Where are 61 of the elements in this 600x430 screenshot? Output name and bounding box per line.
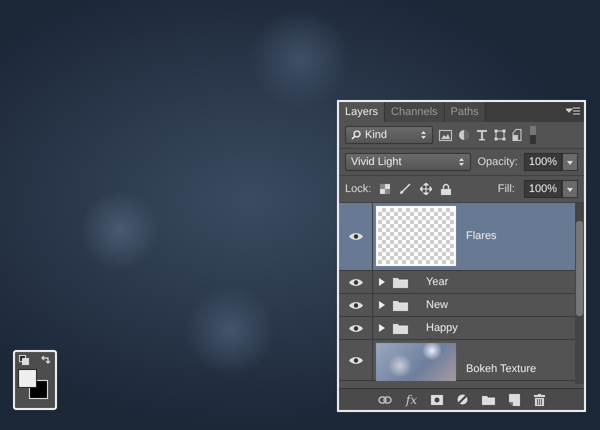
move-icon[interactable]: [420, 183, 432, 195]
opacity-dropdown-button[interactable]: [562, 153, 578, 171]
caret-icon: [566, 185, 574, 193]
link-icon[interactable]: [378, 396, 392, 404]
panel-tab[interactable]: Channels: [385, 102, 445, 122]
opacity-field[interactable]: 100%: [524, 153, 562, 171]
eye-icon[interactable]: [348, 278, 362, 286]
panel-tab[interactable]: Layers: [339, 102, 386, 122]
image-filter-icon[interactable]: [439, 130, 452, 140]
filter-toggle-icon[interactable]: [530, 126, 536, 144]
default-colors-icon[interactable]: [19, 355, 29, 365]
layer-name: Year: [426, 274, 448, 290]
search-icon: [351, 130, 361, 140]
expand-triangle-icon[interactable]: [379, 278, 385, 286]
layer-row[interactable]: New: [339, 294, 575, 317]
brush-icon[interactable]: [399, 183, 412, 195]
layer-name: Happy: [426, 320, 458, 336]
fill-label: Fill:: [498, 182, 515, 197]
eye-icon[interactable]: [348, 324, 362, 332]
eye-icon[interactable]: [348, 232, 362, 241]
blend-mode-dropdown[interactable]: Vivid Light: [345, 153, 471, 171]
layer-name: Bokeh Texture: [466, 362, 536, 376]
filter-dropdown[interactable]: Kind: [345, 126, 433, 144]
up-down-icon: [420, 130, 427, 140]
folder-icon[interactable]: [482, 394, 496, 404]
smart-object-filter-icon[interactable]: [512, 129, 524, 141]
panel-tab[interactable]: Paths: [444, 102, 486, 122]
scrollbar[interactable]: [575, 203, 584, 384]
layer-row[interactable]: Flares: [339, 203, 575, 271]
eye-icon[interactable]: [348, 356, 362, 364]
adjustment-icon[interactable]: [457, 394, 468, 405]
eye-icon[interactable]: [348, 300, 362, 310]
fill-dropdown-button[interactable]: [562, 180, 578, 198]
adjustment-filter-icon[interactable]: [458, 129, 470, 141]
panel-menu-icon[interactable]: [566, 107, 580, 117]
fill-field[interactable]: 100%: [524, 180, 562, 198]
layer-row[interactable]: Year: [339, 271, 575, 294]
caret-icon: [566, 158, 574, 166]
layer-name: New: [426, 298, 448, 313]
foreground-color-swatch[interactable]: [18, 369, 37, 388]
lock-icon[interactable]: [441, 183, 452, 195]
layer-row[interactable]: Bokeh Texture: [339, 340, 575, 381]
trash-icon[interactable]: [534, 394, 546, 406]
layer-name: Flares: [466, 229, 497, 244]
layer-row[interactable]: Happy: [339, 317, 575, 340]
type-filter-icon[interactable]: [476, 129, 488, 141]
mask-icon[interactable]: [431, 394, 444, 404]
folder-icon: [393, 322, 408, 334]
color-swatch-panel[interactable]: [13, 350, 57, 410]
folder-icon: [393, 300, 408, 310]
new-layer-icon[interactable]: [509, 394, 520, 406]
shape-filter-icon[interactable]: [494, 129, 506, 141]
up-down-icon: [458, 157, 465, 167]
folder-icon: [393, 276, 408, 288]
swap-arrow-icon[interactable]: [41, 355, 51, 365]
expand-triangle-icon[interactable]: [379, 324, 385, 332]
opacity-label: Opacity:: [478, 154, 518, 170]
expand-triangle-icon[interactable]: [379, 301, 385, 309]
lock-label: Lock:: [345, 182, 372, 197]
lock-transparency-icon[interactable]: [380, 184, 390, 194]
layer-style-button[interactable]: fx: [406, 390, 418, 408]
